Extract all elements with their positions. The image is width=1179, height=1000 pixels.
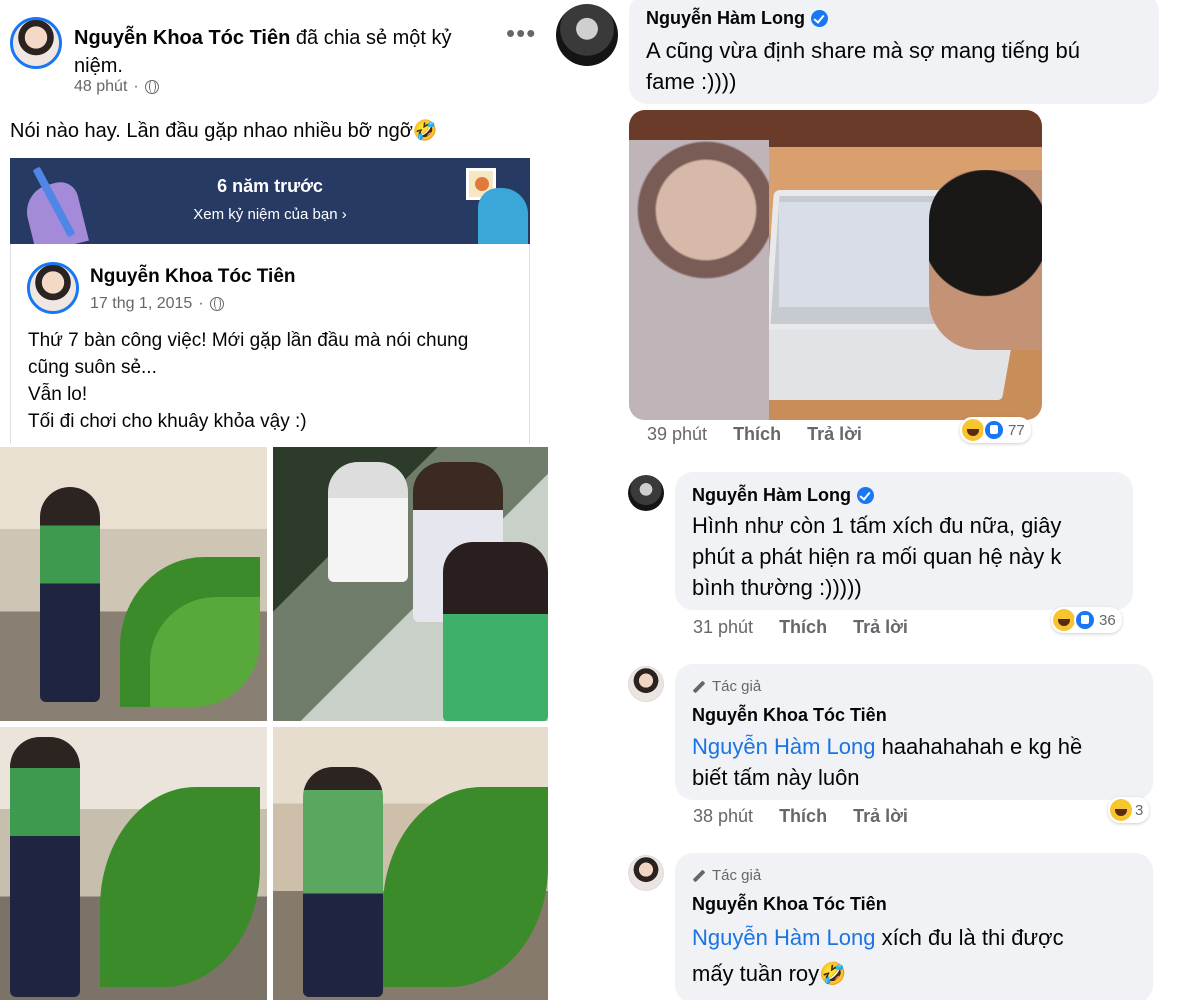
shared-post-line: Vẫn lo!	[28, 384, 88, 405]
comment-text: Hình như còn 1 tấm xích đu nữa, giây phú…	[692, 513, 1062, 600]
post-meta: 48 phút ·	[74, 78, 159, 96]
reply-button[interactable]: Trả lời	[807, 424, 862, 445]
shared-post-line: Tối đi chơi cho khuây khỏa vậy :)	[28, 411, 307, 432]
like-button[interactable]: Thích	[733, 424, 781, 445]
reply-button[interactable]: Trả lời	[853, 806, 908, 827]
mention-link[interactable]: Nguyễn Hàm Long	[692, 734, 875, 759]
post-caption: Nói nào hay. Lần đầu gặp nhao nhiều bỡ n…	[10, 120, 438, 142]
shared-post-text: Thứ 7 bàn công việc! Mới gặp lần đầu mà …	[28, 327, 528, 435]
post-photo-3[interactable]	[0, 727, 267, 1000]
author-avatar[interactable]	[10, 17, 62, 69]
haha-reaction-icon	[962, 419, 984, 441]
shared-post-line: cũng suôn sẻ...	[28, 357, 157, 378]
comment-author-name[interactable]: Nguyễn Hàm Long	[646, 8, 805, 29]
more-dots-icon[interactable]: •••	[506, 18, 536, 49]
reaction-count: 36	[1099, 611, 1116, 629]
like-reaction-icon	[1074, 609, 1096, 631]
post-photo-2[interactable]	[273, 447, 548, 721]
shared-author-avatar[interactable]	[27, 262, 79, 314]
mention-link[interactable]: Nguyễn Hàm Long	[692, 925, 875, 950]
comment-text: Nguyễn Hàm Long haahahahah e kg hề biết …	[692, 734, 1083, 790]
globe-icon	[144, 80, 159, 94]
like-button[interactable]: Thích	[779, 617, 827, 638]
comments-panel: Nguyễn Hàm Long A cũng vừa định share mà…	[548, 0, 1179, 1000]
comment-actions: 31 phút Thích Trả lời	[693, 617, 908, 638]
reaction-count: 3	[1135, 801, 1144, 819]
memory-link[interactable]: Xem kỷ niệm của bạn ›	[10, 206, 530, 223]
shared-post-date[interactable]: 17 thg 1, 2015	[90, 295, 192, 313]
shared-post-line: Thứ 7 bàn công việc! Mới gặp lần đầu mà …	[28, 330, 469, 351]
reaction-summary[interactable]: 36	[1051, 607, 1122, 633]
comment-time[interactable]: 39 phút	[647, 424, 707, 445]
haha-reaction-icon	[1053, 609, 1075, 631]
comment-bubble: Nguyễn Hàm Long A cũng vừa định share mà…	[629, 0, 1159, 104]
comment-time[interactable]: 31 phút	[693, 617, 753, 638]
haha-reaction-icon	[1110, 799, 1132, 821]
comment-photo[interactable]	[629, 110, 1042, 420]
post-photo-1[interactable]	[0, 447, 267, 721]
memory-title: 6 năm trước	[217, 176, 323, 196]
globe-icon	[209, 297, 224, 311]
commenter-avatar[interactable]	[628, 855, 664, 891]
comment-author-name[interactable]: Nguyễn Khoa Tóc Tiên	[692, 705, 887, 726]
commenter-avatar[interactable]	[628, 666, 664, 702]
shared-post-meta: 17 thg 1, 2015 ·	[90, 295, 224, 313]
commenter-avatar[interactable]	[628, 475, 664, 511]
post-author-name[interactable]: Nguyễn Khoa Tóc Tiên	[74, 27, 290, 49]
author-tag: Tác giả	[692, 678, 761, 695]
comment-actions: 38 phút Thích Trả lời	[693, 806, 908, 827]
comment-author-name[interactable]: Nguyễn Khoa Tóc Tiên	[692, 894, 887, 915]
reply-button[interactable]: Trả lời	[853, 617, 908, 638]
comment-text: A cũng vừa định share mà sợ mang tiếng b…	[646, 38, 1080, 94]
verified-badge-icon	[811, 10, 829, 27]
reaction-count: 77	[1008, 421, 1025, 439]
verified-badge-icon	[857, 487, 875, 504]
commenter-avatar[interactable]	[556, 4, 618, 66]
post-photo-4[interactable]	[273, 727, 548, 1000]
comment-bubble: Tác giả Nguyễn Khoa Tóc Tiên Nguyễn Hàm …	[675, 664, 1153, 800]
author-tag: Tác giả	[692, 867, 761, 884]
like-reaction-icon	[983, 419, 1005, 441]
comment-bubble: Tác giả Nguyễn Khoa Tóc Tiên Nguyễn Hàm …	[675, 853, 1153, 1000]
comment-bubble: Nguyễn Hàm Long Hình như còn 1 tấm xích …	[675, 472, 1133, 610]
reaction-summary[interactable]: 3	[1108, 797, 1150, 823]
post-header: Nguyễn Khoa Tóc Tiên đã chia sẻ một kỷ n…	[74, 24, 494, 80]
comment-actions: 39 phút Thích Trả lời	[647, 424, 862, 445]
comment-author-name[interactable]: Nguyễn Hàm Long	[692, 485, 851, 506]
memory-post: Nguyễn Khoa Tóc Tiên đã chia sẻ một kỷ n…	[0, 0, 548, 1000]
post-time[interactable]: 48 phút	[74, 78, 127, 96]
comment-text: Nguyễn Hàm Long xích đu là thi được mấy …	[692, 925, 1064, 986]
reaction-summary[interactable]: 77	[960, 417, 1031, 443]
shared-author-name[interactable]: Nguyễn Khoa Tóc Tiên	[90, 266, 296, 288]
memory-banner[interactable]: 6 năm trước Xem kỷ niệm của bạn ›	[10, 158, 530, 244]
comment-time[interactable]: 38 phút	[693, 806, 753, 827]
like-button[interactable]: Thích	[779, 806, 827, 827]
pen-icon	[692, 869, 706, 882]
pen-icon	[692, 680, 706, 693]
